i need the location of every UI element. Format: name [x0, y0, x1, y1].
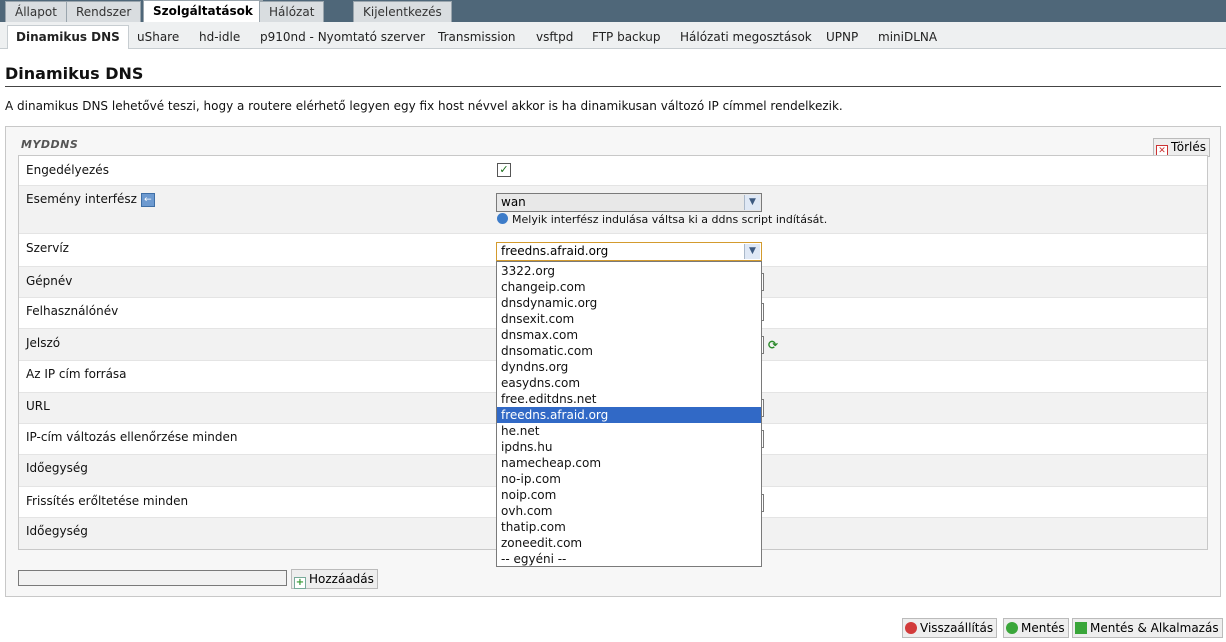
top-tab-status[interactable]: Állapot — [5, 1, 67, 22]
service-option[interactable]: -- egyéni -- — [497, 551, 761, 567]
service-option[interactable]: dnsmax.com — [497, 327, 761, 343]
add-icon: + — [294, 577, 306, 589]
reset-button-label: Visszaállítás — [920, 621, 994, 635]
service-option[interactable]: dyndns.org — [497, 359, 761, 375]
service-option[interactable]: he.net — [497, 423, 761, 439]
add-button-label: Hozzáadás — [309, 572, 374, 586]
service-option[interactable]: ipdns.hu — [497, 439, 761, 455]
section-legend: MYDDNS — [21, 138, 79, 151]
service-option[interactable]: noip.com — [497, 487, 761, 503]
event-interface-hint: Melyik interfész indulása váltsa ki a dd… — [497, 213, 827, 226]
row-enable: Engedélyezés — [19, 156, 1207, 186]
service-option[interactable]: 3322.org — [497, 263, 761, 279]
enable-label: Engedélyezés — [26, 163, 109, 177]
chevron-down-icon[interactable]: ▼ — [744, 195, 760, 210]
top-tab-network[interactable]: Hálózat — [259, 1, 325, 22]
service-option[interactable]: changeip.com — [497, 279, 761, 295]
event-interface-label: Esemény interfész ← — [26, 192, 155, 207]
unit-label-2: Időegység — [26, 524, 88, 538]
page-description: A dinamikus DNS lehetővé teszi, hogy a r… — [5, 99, 843, 113]
service-option[interactable]: dnsdynamic.org — [497, 295, 761, 311]
event-interface-value: wan — [501, 195, 526, 209]
force-interval-label: Frissítés erőltetése minden — [26, 494, 189, 508]
reset-icon — [905, 622, 917, 634]
sub-tab-vsftpd[interactable]: vsftpd — [536, 26, 573, 48]
sub-nav: Dinamikus DNS uShare hd-idle p910nd - Ny… — [0, 22, 1226, 49]
hostname-label: Gépnév — [26, 274, 73, 288]
top-tab-logout[interactable]: Kijelentkezés — [353, 1, 452, 22]
sub-tab-transmission[interactable]: Transmission — [438, 26, 516, 48]
save-apply-button[interactable]: Mentés & Alkalmazás — [1072, 618, 1223, 638]
service-select[interactable]: freedns.afraid.org ▼ — [496, 242, 762, 261]
add-button[interactable]: + Hozzáadás — [291, 569, 378, 589]
title-divider — [5, 86, 1221, 87]
service-option[interactable]: zoneedit.com — [497, 535, 761, 551]
service-option[interactable]: thatip.com — [497, 519, 761, 535]
sub-tab-hd-idle[interactable]: hd-idle — [199, 26, 240, 48]
save-apply-button-label: Mentés & Alkalmazás — [1090, 621, 1219, 635]
url-label: URL — [26, 399, 50, 413]
sub-tab-p910nd[interactable]: p910nd - Nyomtató szerver — [260, 26, 425, 48]
service-option[interactable]: dnsomatic.com — [497, 343, 761, 359]
info-icon — [497, 213, 508, 224]
check-interval-label: IP-cím változás ellenőrzése minden — [26, 430, 238, 444]
sub-tab-upnp[interactable]: UPNP — [826, 26, 858, 48]
unit-label-1: Időegység — [26, 461, 88, 475]
service-option[interactable]: ovh.com — [497, 503, 761, 519]
service-option[interactable]: no-ip.com — [497, 471, 761, 487]
enable-checkbox[interactable]: ✓ — [497, 163, 511, 177]
back-arrow-icon[interactable]: ← — [140, 192, 155, 207]
new-section-input[interactable] — [18, 570, 287, 586]
sub-tab-ftp-backup[interactable]: FTP backup — [592, 26, 660, 48]
reveal-password-icon[interactable]: ⟳ — [768, 339, 780, 351]
event-interface-select[interactable]: wan ▼ — [496, 193, 762, 212]
service-option[interactable]: easydns.com — [497, 375, 761, 391]
password-label: Jelszó — [26, 336, 61, 350]
sub-tab-network-shares[interactable]: Hálózati megosztások — [680, 26, 812, 48]
sub-tab-ushare[interactable]: uShare — [137, 26, 179, 48]
service-option-selected[interactable]: freedns.afraid.org — [497, 407, 761, 423]
service-label: Szervíz — [26, 241, 69, 255]
save-icon — [1006, 622, 1018, 634]
username-label: Felhasználónév — [26, 304, 119, 318]
service-dropdown-list[interactable]: 3322.org changeip.com dnsdynamic.org dns… — [496, 261, 762, 567]
apply-icon — [1075, 622, 1087, 634]
service-option[interactable]: free.editdns.net — [497, 391, 761, 407]
event-interface-label-text: Esemény interfész — [26, 192, 137, 206]
ip-source-label: Az IP cím forrása — [26, 367, 127, 381]
service-option[interactable]: namecheap.com — [497, 455, 761, 471]
sub-tab-minidlna[interactable]: miniDLNA — [878, 26, 937, 48]
save-button-label: Mentés — [1021, 621, 1065, 635]
delete-button-label: Törlés — [1171, 140, 1207, 154]
top-tab-services[interactable]: Szolgáltatások — [143, 0, 263, 22]
top-nav: Állapot Rendszer Szolgáltatások Hálózat … — [0, 0, 1226, 22]
chevron-down-icon[interactable]: ▼ — [744, 244, 760, 259]
service-value: freedns.afraid.org — [501, 244, 609, 258]
save-button[interactable]: Mentés — [1003, 618, 1069, 638]
page-title: Dinamikus DNS — [5, 64, 144, 83]
service-option[interactable]: dnsexit.com — [497, 311, 761, 327]
sub-tab-ddns[interactable]: Dinamikus DNS — [7, 25, 129, 49]
reset-button[interactable]: Visszaállítás — [902, 618, 998, 638]
event-interface-hint-text: Melyik interfész indulása váltsa ki a dd… — [512, 213, 828, 226]
top-tab-system[interactable]: Rendszer — [66, 1, 142, 22]
